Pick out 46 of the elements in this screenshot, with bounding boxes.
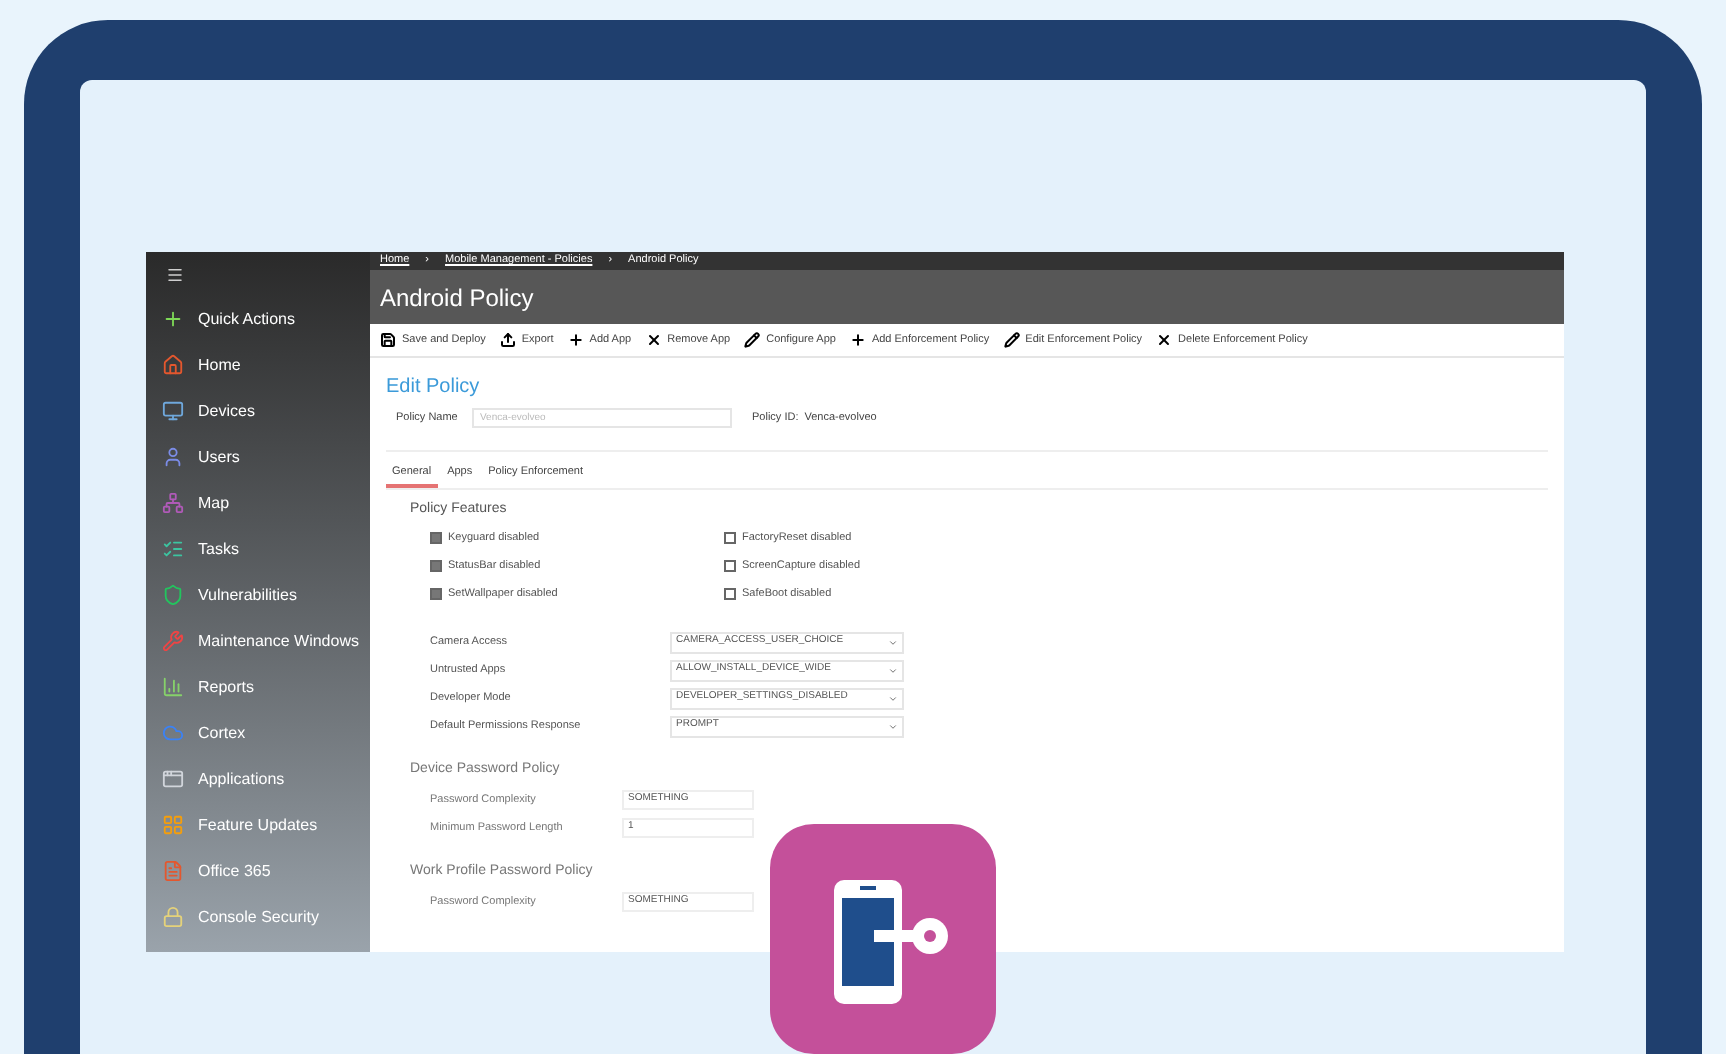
document-icon [162, 860, 184, 882]
checklist-icon [162, 538, 184, 560]
sidebar-item[interactable]: Users [146, 434, 370, 480]
sidebar-item[interactable]: Map [146, 480, 370, 526]
caret-icon [888, 637, 898, 647]
sidebar-item[interactable]: Cortex [146, 710, 370, 756]
sidebar-item[interactable]: Home [146, 342, 370, 388]
sidebar-item[interactable]: Reports [146, 664, 370, 710]
save-icon [380, 332, 396, 348]
grid-icon [162, 814, 184, 836]
plus-icon [162, 308, 184, 330]
bar-chart-icon [162, 676, 184, 698]
wrench-icon [162, 630, 184, 652]
sidebar-item[interactable]: Vulnerabilities [146, 572, 370, 618]
sidebar-item[interactable]: Maintenance Windows [146, 618, 370, 664]
checkbox[interactable] [724, 588, 736, 600]
monitor-icon [162, 400, 184, 422]
caret-icon [888, 721, 898, 731]
checkbox[interactable] [724, 560, 736, 572]
network-icon [162, 492, 184, 514]
sidebar-item[interactable]: Tasks [146, 526, 370, 572]
page-title: Android Policy [380, 281, 534, 315]
checkbox[interactable] [430, 588, 442, 600]
menu-icon[interactable] [166, 265, 184, 283]
pencil-icon [744, 332, 761, 348]
checkbox[interactable] [430, 532, 442, 544]
cloud-icon [162, 722, 184, 744]
plus-icon [567, 332, 584, 348]
window-icon [162, 768, 184, 790]
checkbox[interactable] [724, 532, 736, 544]
shield-icon [162, 584, 184, 606]
plus-icon [849, 332, 866, 348]
house-icon [162, 354, 184, 376]
user-icon [162, 446, 184, 468]
caret-icon [888, 665, 898, 675]
pencil-icon [1003, 332, 1020, 348]
close-icon [645, 332, 662, 348]
sidebar-item[interactable]: Devices [146, 388, 370, 434]
upload-icon [499, 332, 516, 348]
sidebar-item[interactable]: Quick Actions [146, 296, 370, 342]
close-icon [1156, 332, 1173, 348]
lock-icon [162, 906, 184, 928]
checkbox[interactable] [430, 560, 442, 572]
sidebar-item[interactable]: Applications [146, 756, 370, 802]
form-title: Edit Policy [386, 374, 482, 402]
caret-icon [888, 693, 898, 703]
